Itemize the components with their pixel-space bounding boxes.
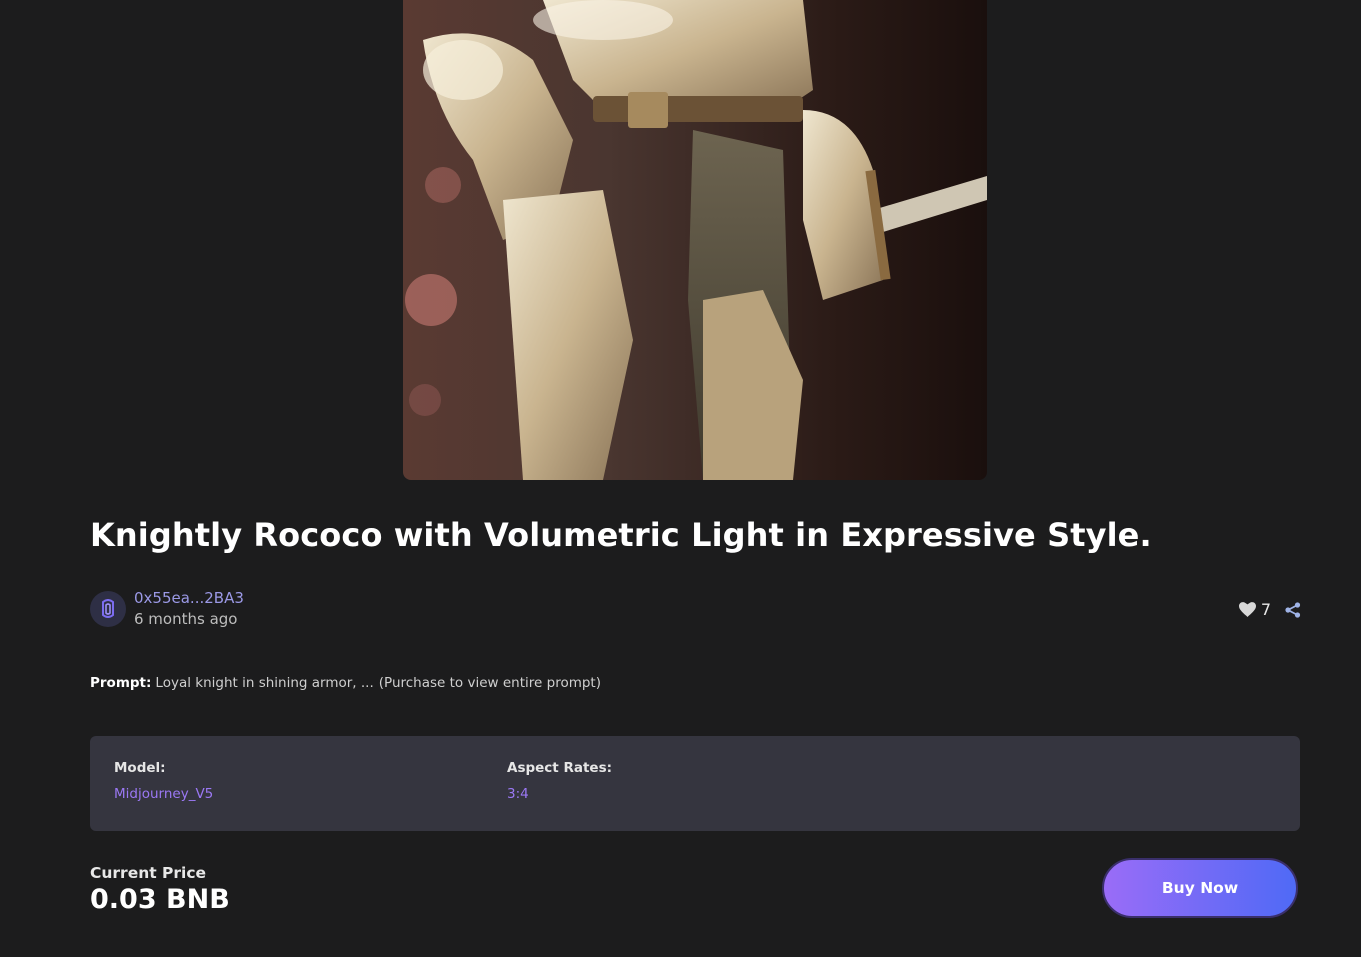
model-details-panel: Model: Midjourney_V5 Aspect Rates: 3:4 — [90, 736, 1300, 831]
nft-actions: 7 — [1238, 600, 1301, 619]
knight-artwork-image[interactable] — [403, 0, 987, 480]
creator-avatar-icon[interactable] — [90, 591, 126, 627]
prompt-purchase-note: (Purchase to view entire prompt) — [378, 675, 601, 691]
created-time: 6 months ago — [134, 610, 238, 628]
nft-detail-page: Knightly Rococo with Volumetric Light in… — [0, 0, 1361, 957]
heart-icon — [1238, 602, 1256, 617]
like-button[interactable]: 7 — [1238, 600, 1271, 619]
creator-address-link[interactable]: 0x55ea...2BA3 — [134, 588, 244, 608]
aspect-label: Aspect Rates: — [507, 760, 613, 776]
share-button[interactable] — [1285, 601, 1301, 618]
price-label: Current Price — [90, 864, 207, 882]
prompt-text: Loyal knight in shining armor, ... — [155, 675, 374, 691]
prompt-line: Prompt: Loyal knight in shining armor, ..… — [90, 675, 601, 691]
buy-now-button[interactable]: Buy Now — [1102, 858, 1298, 918]
aspect-info: Aspect Rates: 3:4 — [507, 760, 612, 802]
price-value: 0.03 BNB — [90, 884, 230, 915]
like-count: 7 — [1260, 600, 1271, 619]
model-label: Model: — [114, 760, 166, 776]
aspect-value: 3:4 — [507, 786, 529, 802]
share-icon — [1285, 601, 1301, 618]
nft-title: Knightly Rococo with Volumetric Light in… — [90, 516, 1152, 554]
creator-info: 0x55ea...2BA3 6 months ago — [90, 588, 244, 630]
prompt-label: Prompt: — [90, 675, 152, 691]
model-value-link[interactable]: Midjourney_V5 — [114, 786, 213, 802]
model-info: Model: Midjourney_V5 — [114, 760, 213, 802]
artwork-illustration — [403, 0, 987, 480]
